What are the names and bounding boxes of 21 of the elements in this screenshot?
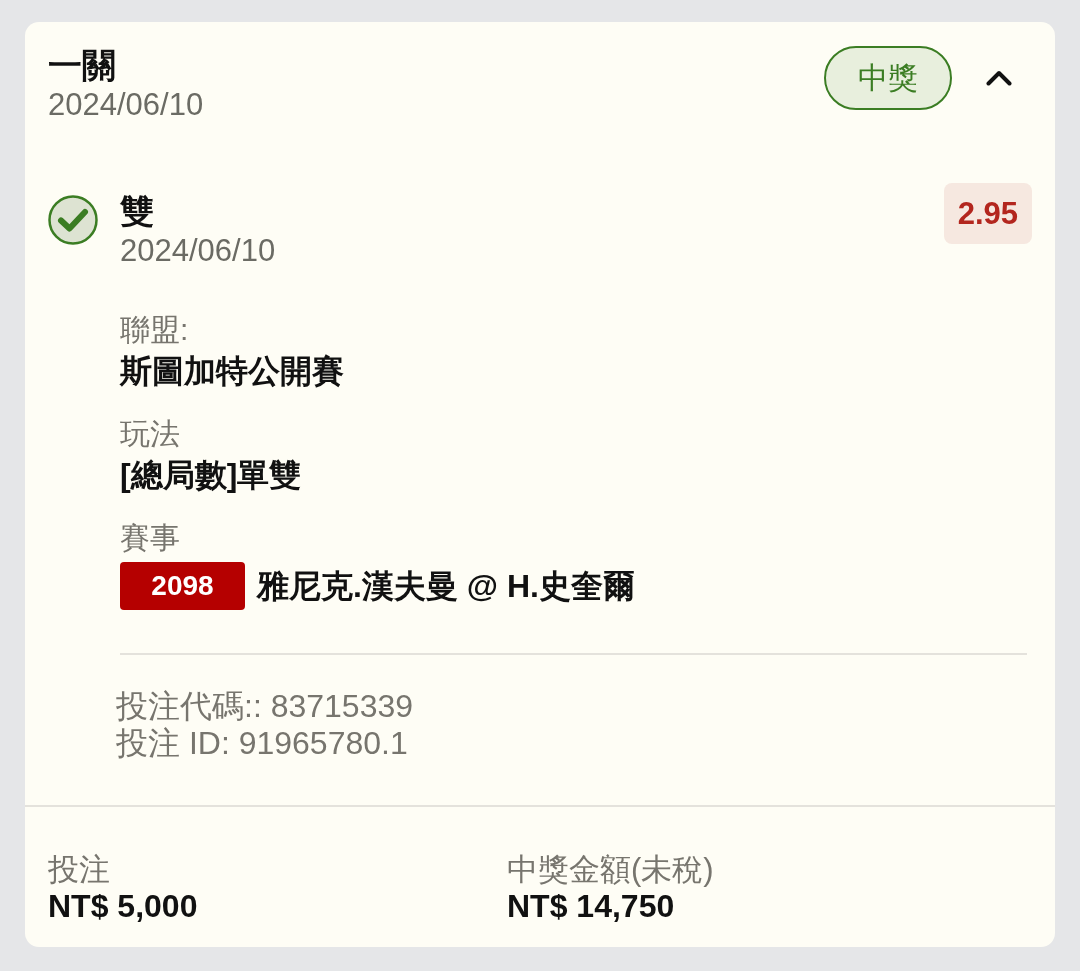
- selection-date: 2024/06/10: [120, 232, 276, 270]
- bet-reference: 投注 ID: 91965780.1: [116, 725, 409, 762]
- selection-title: 雙: [120, 191, 155, 231]
- field-label: 賽事: [120, 520, 181, 556]
- amount-value: NT$ 5,000: [48, 888, 199, 925]
- bet-reference: 投注代碼:: 83715339: [116, 688, 415, 725]
- chevron-up-icon: [986, 70, 1012, 86]
- event-number-badge: 2098: [120, 562, 245, 610]
- bet-date: 2024/06/10: [48, 86, 204, 124]
- amount-label: 投注: [48, 851, 111, 888]
- amount-label: 中獎金額(未稅): [507, 851, 715, 888]
- collapse-button[interactable]: [986, 70, 1012, 86]
- bet-type-title: 一關: [48, 45, 117, 85]
- field-value: 斯圖加特公開賽: [120, 352, 345, 391]
- field-value: [總局數]單雙: [120, 456, 303, 495]
- field-label: 聯盟:: [120, 312, 190, 348]
- match-name: 雅尼克.漢夫曼 @ H.史奎爾: [257, 567, 635, 606]
- field-label: 玩法: [120, 416, 181, 452]
- odds-badge: 2.95: [943, 183, 1032, 244]
- status-badge: 中獎: [824, 46, 952, 110]
- amount-value: NT$ 14,750: [507, 888, 676, 925]
